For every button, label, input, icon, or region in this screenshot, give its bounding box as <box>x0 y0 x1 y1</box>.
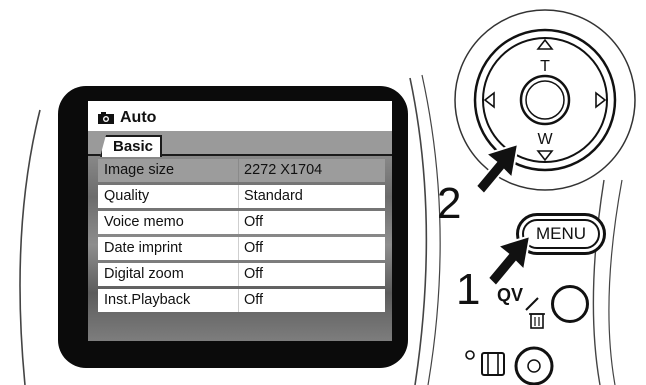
menu-row-label: Image size <box>104 162 175 178</box>
tab-basic[interactable]: Basic <box>100 135 162 157</box>
divider <box>238 263 239 286</box>
qv-label: QV <box>497 285 524 305</box>
menu-row-value: Off <box>244 214 264 230</box>
lcd-header: Auto <box>88 101 392 131</box>
menu-row-value: Off <box>244 266 264 282</box>
menu-row-value: Off <box>244 240 264 256</box>
divider <box>238 211 239 234</box>
camera-icon <box>98 112 114 124</box>
menu-row-value: 2272 X1704 <box>244 162 323 178</box>
menu-row-digital-zoom[interactable]: Digital zoom Off <box>98 263 385 286</box>
divider <box>238 185 239 208</box>
menu-row-label: Digital zoom <box>104 266 184 282</box>
lcd-screen: Auto Basic Image size 2272 X1704 Quality… <box>88 101 392 341</box>
step-one-number: 1 <box>456 265 481 314</box>
zoom-wide-label: W <box>537 131 553 148</box>
menu-row-image-size[interactable]: Image size 2272 X1704 <box>98 159 385 182</box>
menu-row-label: Quality <box>104 188 150 204</box>
menu-row-voice-memo[interactable]: Voice memo Off <box>98 211 385 234</box>
delete-icon <box>525 297 545 329</box>
pointer-arrow-icon <box>474 142 520 196</box>
pointer-arrow-icon <box>486 234 532 288</box>
menu-row-label: Voice memo <box>104 214 184 230</box>
qv-button[interactable] <box>551 285 589 323</box>
zoom-tele-label: T <box>540 58 550 75</box>
menu-row-label: Inst.Playback <box>104 292 191 308</box>
divider <box>238 159 239 182</box>
menu-row-label: Date imprint <box>104 240 183 256</box>
step-two-number: 2 <box>437 179 462 228</box>
mode-label: Auto <box>120 109 157 126</box>
menu-row-quality[interactable]: Quality Standard <box>98 185 385 208</box>
menu-row-value: Off <box>244 292 264 308</box>
display-button[interactable] <box>512 344 556 385</box>
divider <box>238 237 239 260</box>
menu-row-value: Standard <box>244 188 303 204</box>
menu-row-inst-playback[interactable]: Inst.Playback Off <box>98 289 385 312</box>
menu-row-date-imprint[interactable]: Date imprint Off <box>98 237 385 260</box>
divider <box>238 289 239 312</box>
